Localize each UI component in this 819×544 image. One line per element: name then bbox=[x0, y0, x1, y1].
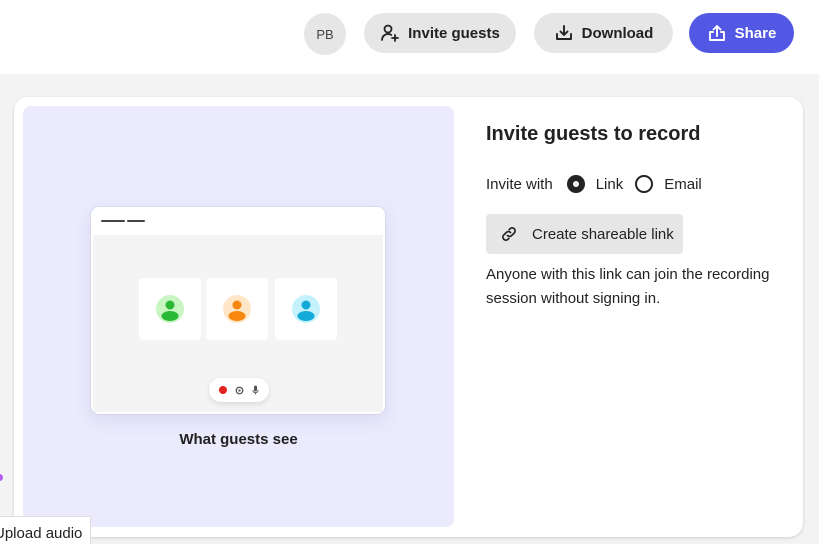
avatar[interactable]: PB bbox=[304, 13, 346, 55]
user-icon bbox=[156, 295, 184, 323]
radio-email[interactable]: Email bbox=[635, 175, 702, 193]
add-user-icon bbox=[381, 24, 400, 42]
download-icon bbox=[555, 25, 572, 40]
microphone-icon bbox=[252, 385, 259, 395]
invite-guests-button[interactable]: Invite guests bbox=[364, 13, 516, 53]
upload-audio-tab[interactable]: Upload audio bbox=[0, 516, 91, 544]
mock-control-bar bbox=[209, 378, 269, 402]
invite-guests-label: Invite guests bbox=[408, 24, 500, 42]
download-button[interactable]: Download bbox=[534, 13, 673, 53]
mock-menu-line bbox=[127, 220, 145, 222]
help-text: Anyone with this link can join the recor… bbox=[486, 266, 770, 307]
guest-view-illustration bbox=[91, 207, 385, 414]
participant-tile bbox=[139, 278, 201, 340]
share-icon bbox=[708, 25, 725, 41]
radio-link-label: Link bbox=[595, 175, 624, 193]
mock-menu-line bbox=[101, 220, 125, 222]
settings-icon bbox=[235, 386, 244, 394]
share-button[interactable]: Share bbox=[689, 13, 794, 53]
user-icon bbox=[223, 295, 251, 323]
status-dot bbox=[0, 474, 3, 481]
preview-caption: What guests see bbox=[179, 431, 298, 448]
invite-method-group: Invite with Link Email bbox=[486, 175, 714, 193]
radio-button-checked[interactable] bbox=[566, 175, 585, 193]
download-label: Download bbox=[581, 24, 654, 42]
link-icon bbox=[502, 227, 516, 241]
invite-guests-dialog: What guests see Invite guests to record … bbox=[14, 97, 803, 537]
upload-audio-label: Upload audio bbox=[0, 525, 83, 542]
record-icon bbox=[219, 386, 227, 394]
guest-preview-panel: What guests see bbox=[23, 106, 454, 527]
mock-session-area bbox=[93, 235, 383, 412]
radio-button-unchecked[interactable] bbox=[635, 175, 654, 193]
radio-email-label: Email bbox=[664, 175, 702, 193]
share-label: Share bbox=[734, 24, 777, 42]
invite-with-label: Invite with bbox=[486, 175, 553, 193]
top-bar: PB Invite guests Download Share bbox=[0, 0, 819, 74]
user-icon bbox=[292, 295, 320, 323]
participant-tile bbox=[206, 278, 268, 340]
create-shareable-link-button[interactable]: Create shareable link bbox=[486, 214, 683, 254]
mock-title-bar bbox=[91, 207, 385, 235]
participant-tile bbox=[275, 278, 337, 340]
radio-link[interactable]: Link bbox=[566, 175, 624, 193]
dialog-title: Invite guests to record bbox=[486, 123, 701, 145]
create-link-label: Create shareable link bbox=[532, 225, 674, 243]
